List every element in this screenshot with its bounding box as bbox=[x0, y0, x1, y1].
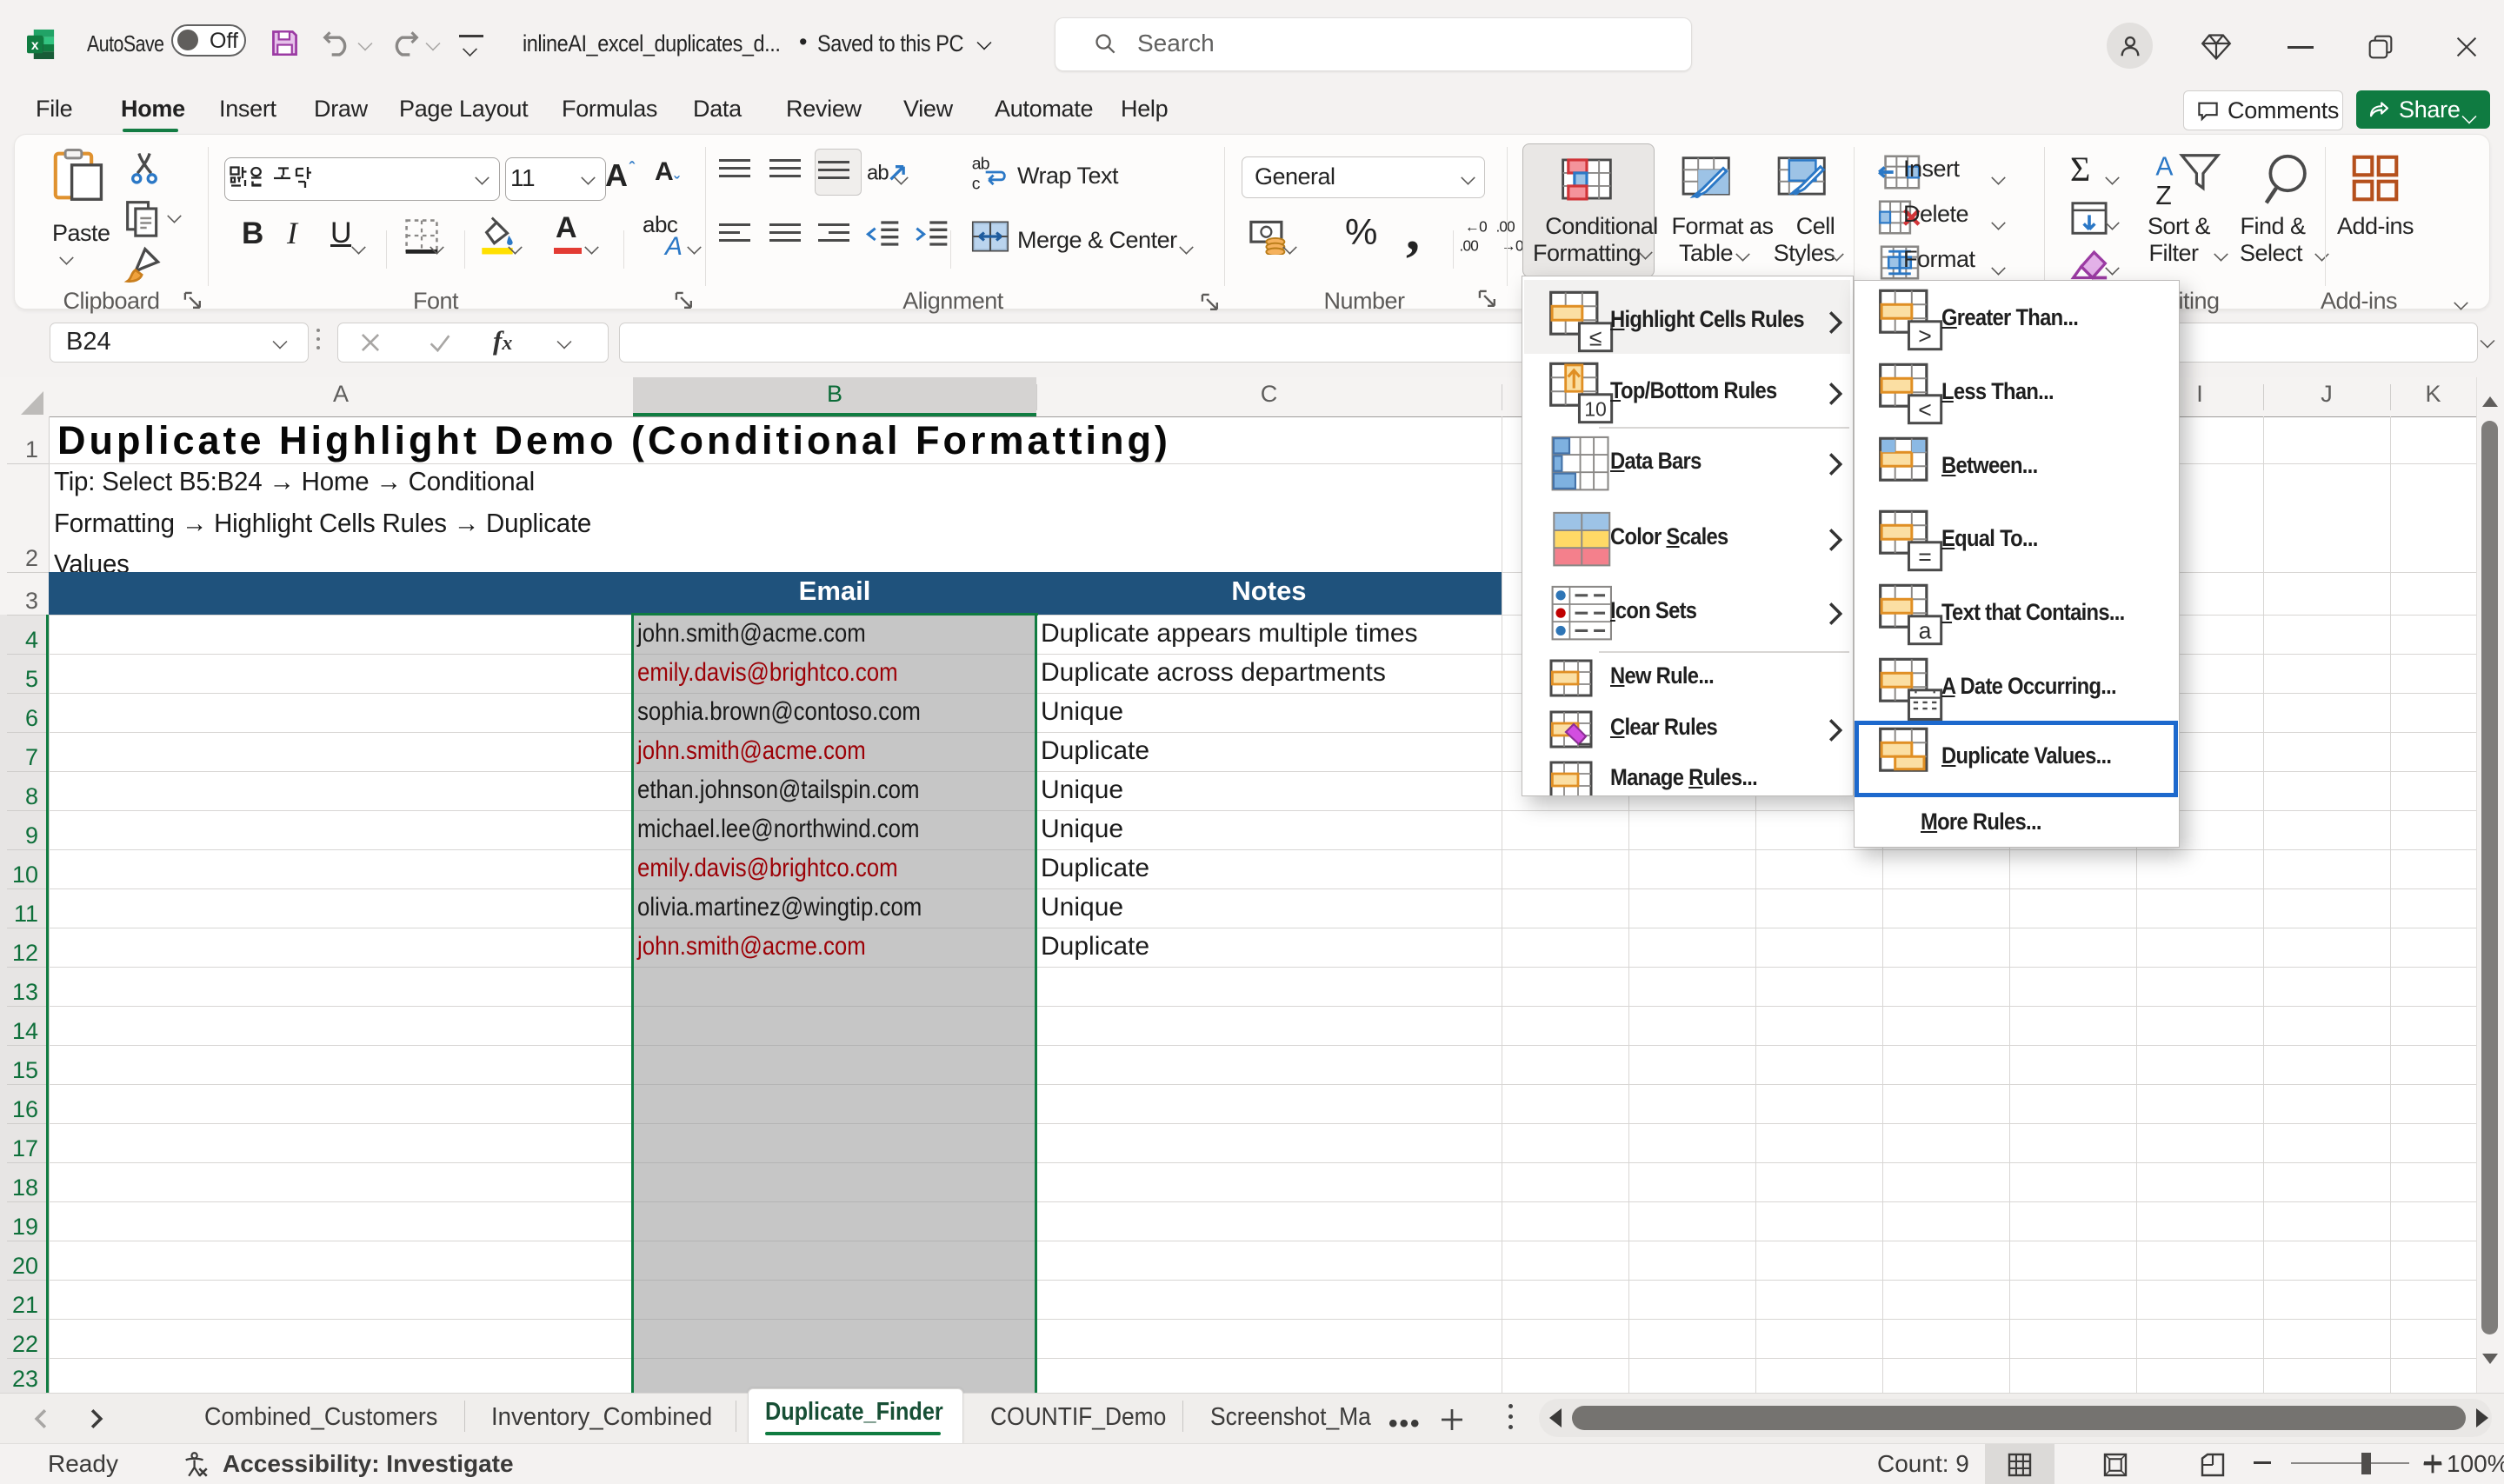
svg-text:.00: .00 bbox=[1460, 237, 1479, 254]
svg-text:a: a bbox=[1919, 617, 1932, 643]
svg-text:Z: Z bbox=[2155, 182, 2171, 208]
svg-text:≤: ≤ bbox=[1589, 324, 1602, 350]
svg-text:.00: .00 bbox=[1495, 219, 1515, 236]
svg-text:x: x bbox=[31, 38, 39, 53]
svg-text:c: c bbox=[972, 174, 981, 192]
svg-text:10: 10 bbox=[1584, 398, 1607, 421]
svg-text:>: > bbox=[1918, 323, 1932, 349]
svg-text:A: A bbox=[2155, 152, 2174, 181]
svg-text:←0: ←0 bbox=[1465, 219, 1487, 236]
svg-text:<: < bbox=[1918, 396, 1932, 423]
svg-text:ab: ab bbox=[867, 161, 889, 184]
svg-text:ab: ab bbox=[972, 154, 989, 173]
svg-text:→0: →0 bbox=[1502, 237, 1523, 254]
svg-text:=: = bbox=[1918, 543, 1932, 569]
